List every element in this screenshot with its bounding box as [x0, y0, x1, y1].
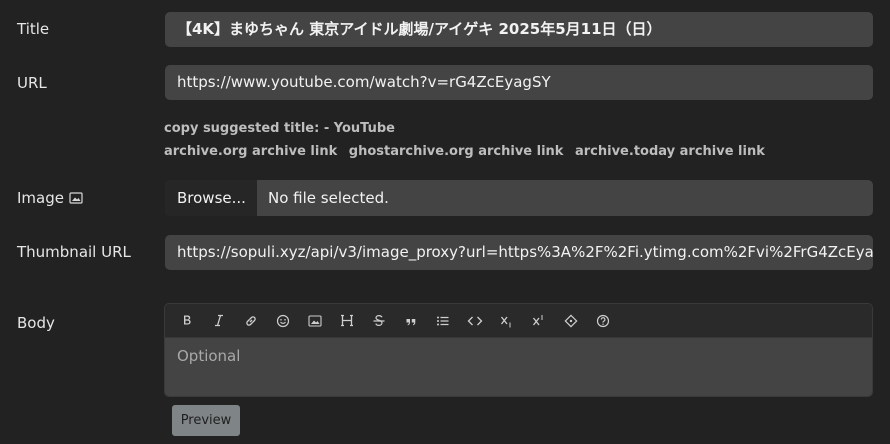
bold-icon[interactable] [171, 308, 203, 334]
image-icon [69, 192, 83, 204]
emoji-icon[interactable] [267, 308, 299, 334]
body-textarea[interactable]: Optional [165, 338, 872, 396]
thumbnail-url-label: Thumbnail URL [17, 243, 131, 261]
suggested-title-row: copy suggested title: - YouTube [164, 121, 402, 136]
title-label: Title [17, 20, 50, 38]
thumbnail-url-input[interactable]: https://sopuli.xyz/api/v3/image_proxy?ur… [165, 235, 873, 270]
ghostarchive-link[interactable]: ghostarchive.org archive link [349, 144, 564, 159]
archive-today-link[interactable]: archive.today archive link [575, 144, 765, 159]
spoiler-icon[interactable] [555, 308, 587, 334]
editor-toolbar [165, 304, 872, 338]
strikethrough-icon[interactable] [363, 308, 395, 334]
url-input[interactable]: https://www.youtube.com/watch?v=rG4ZcEya… [165, 65, 873, 100]
image-label-wrap: Image [17, 189, 83, 207]
file-status: No file selected. [268, 189, 389, 207]
copy-suggested-title-link[interactable]: copy suggested title: - YouTube [164, 121, 395, 136]
image-icon[interactable] [299, 308, 331, 334]
url-label: URL [17, 74, 47, 92]
title-input[interactable]: 【4K】まゆちゃん 東京アイドル劇場/アイゲキ 2025年5月11日（日） [165, 12, 873, 47]
quote-icon[interactable] [395, 308, 427, 334]
body-label: Body [17, 314, 55, 332]
help-icon[interactable] [587, 308, 619, 334]
image-label: Image [17, 189, 64, 207]
italic-icon[interactable] [203, 308, 235, 334]
archive-org-link[interactable]: archive.org archive link [164, 144, 337, 159]
browse-button[interactable]: Browse... [165, 180, 257, 216]
image-file-input[interactable]: Browse... No file selected. [165, 180, 873, 216]
superscript-icon[interactable] [523, 308, 555, 334]
code-icon[interactable] [459, 308, 491, 334]
body-editor: Optional [164, 303, 873, 397]
header-icon[interactable] [331, 308, 363, 334]
subscript-icon[interactable] [491, 308, 523, 334]
archive-links-row: archive.org archive link ghostarchive.or… [164, 144, 772, 159]
link-icon[interactable] [235, 308, 267, 334]
preview-button[interactable]: Preview [172, 405, 240, 436]
list-icon[interactable] [427, 308, 459, 334]
